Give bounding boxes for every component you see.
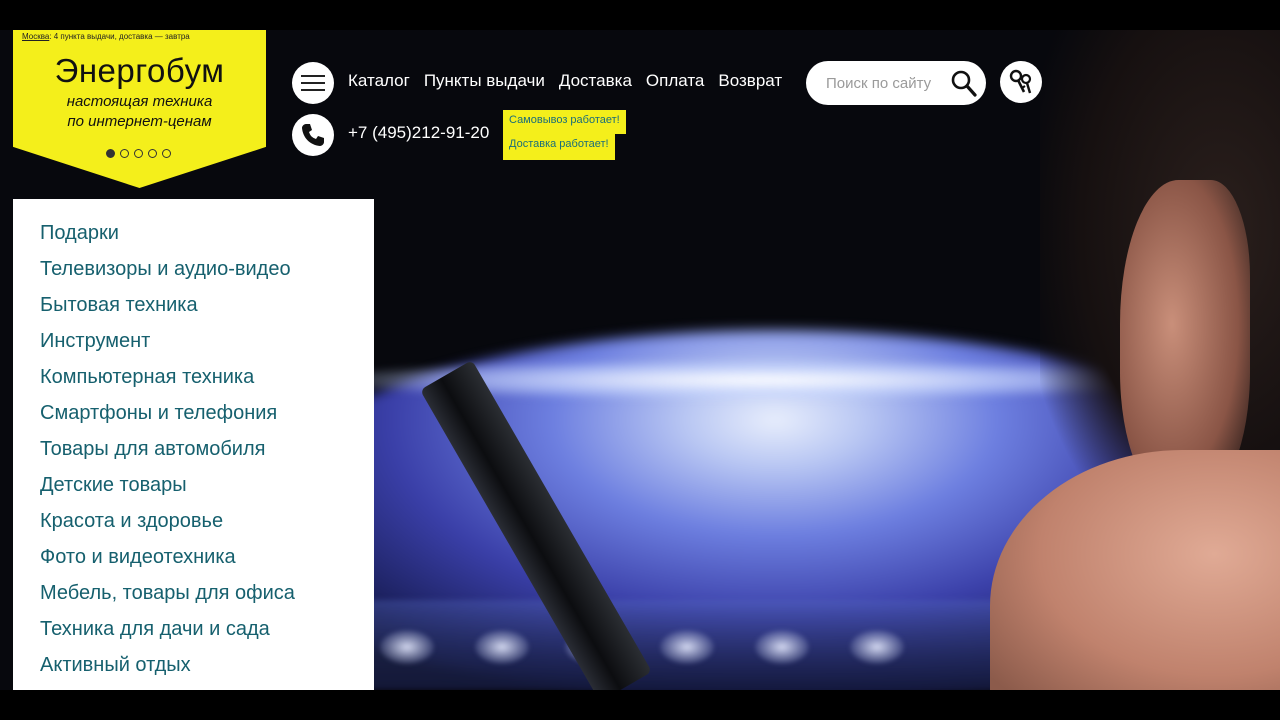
phone-number[interactable]: +7 (495)212-91-20 [348,123,489,143]
category-item: Активный отдых [13,652,374,688]
nav-payment[interactable]: Оплата [646,71,704,91]
category-item: Подарки [13,220,374,256]
category-auto[interactable]: Товары для автомобиля [40,438,265,460]
keys-icon [1009,69,1032,94]
category-menu: Подарки Телевизоры и аудио-видео Бытовая… [13,199,374,690]
nav-delivery[interactable]: Доставка [559,71,632,91]
category-smartphones[interactable]: Смартфоны и телефония [40,402,277,424]
category-computers[interactable]: Компьютерная техника [40,366,254,388]
category-item: Бытовая техника [13,292,374,328]
category-item: Смартфоны и телефония [13,400,374,436]
video-letterbox-bottom [0,690,1280,720]
tagline-line-2: по интернет-ценам [67,113,212,130]
category-tv-audio-video[interactable]: Телевизоры и аудио-видео [40,258,291,280]
slider-dot[interactable] [120,149,129,158]
delivery-notice[interactable]: Доставка работает! [503,134,615,160]
slider-dot[interactable] [148,149,157,158]
menu-button[interactable] [292,62,334,104]
account-button[interactable] [1000,61,1042,103]
nav-returns[interactable]: Возврат [718,71,782,91]
category-item: Фото и видеотехника [13,544,374,580]
location-text: : 4 пункта выдачи, доставка — завтра [49,32,190,41]
category-item: Телевизоры и аудио-видео [13,256,374,292]
category-item: Красота и здоровье [13,508,374,544]
slider-dot[interactable] [162,149,171,158]
category-item: Техника для дачи и сада [13,616,374,652]
city-link[interactable]: Москва [22,32,49,41]
pickup-notice[interactable]: Самовывоз работает! [503,110,626,134]
category-kids[interactable]: Детские товары [40,474,187,496]
category-item: Мебель, товары для офиса [13,580,374,616]
nav-catalog[interactable]: Каталог [348,71,410,91]
category-beauty-health[interactable]: Красота и здоровье [40,510,223,532]
category-item: Товары для автомобиля [13,436,374,472]
slider-dot[interactable] [134,149,143,158]
category-furniture-office[interactable]: Мебель, товары для офиса [40,582,295,604]
main-nav: Каталог Пункты выдачи Доставка Оплата Во… [348,71,782,91]
hamburger-menu-icon [301,75,325,91]
search-box [806,61,986,105]
category-garden[interactable]: Техника для дачи и сада [40,618,270,640]
tagline-line-1: настоящая техника [66,93,213,110]
category-gifts[interactable]: Подарки [40,222,119,244]
category-item: Инструмент [13,328,374,364]
category-outdoor[interactable]: Активный отдых [40,654,191,676]
location-info: Москва: 4 пункта выдачи, доставка — завт… [22,32,190,41]
category-tools[interactable]: Инструмент [40,330,150,352]
hero-screen-lights [380,630,940,670]
video-letterbox-top [0,0,1280,30]
category-item: Компьютерная техника [13,364,374,400]
phone-button[interactable] [292,114,334,156]
brand-name: Энергобум [54,52,225,89]
category-item: Детские товары [13,472,374,508]
category-home-appliances[interactable]: Бытовая техника [40,294,198,316]
nav-pickup-points[interactable]: Пункты выдачи [424,71,545,91]
search-input[interactable] [826,74,956,92]
phone-handset-icon [302,124,324,146]
brand-tagline: настоящая техника по интернет-ценам [13,92,266,132]
slider-dots [106,149,171,158]
magnifier-icon[interactable] [950,69,978,97]
slider-dot[interactable] [106,149,115,158]
category-photo-video[interactable]: Фото и видеотехника [40,546,236,568]
